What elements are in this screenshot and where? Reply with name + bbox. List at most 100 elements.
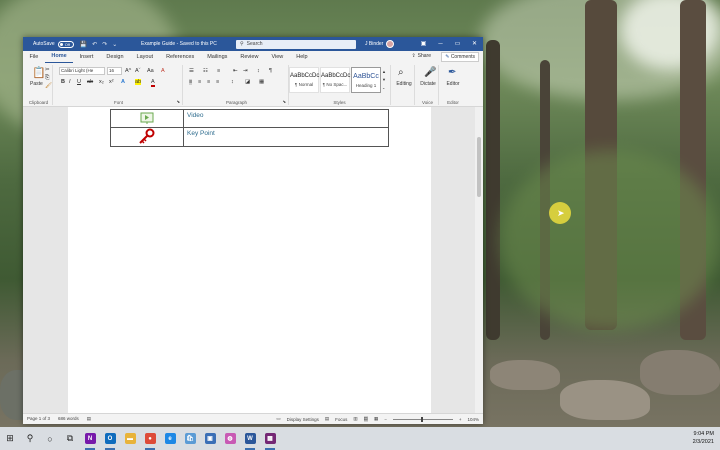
taskbar-app-edge[interactable]: e — [160, 427, 180, 450]
line-spacing-icon[interactable]: ↕ — [231, 79, 234, 85]
comments-button[interactable]: ✎ Comments — [441, 52, 479, 62]
italic-button[interactable]: I — [69, 79, 71, 85]
grow-font-icon[interactable]: A^ — [125, 68, 131, 74]
document-page[interactable]: Video Key Point — [68, 107, 431, 413]
vertical-scrollbar[interactable] — [475, 107, 483, 413]
editing-button-label[interactable]: Editing — [393, 81, 415, 87]
system-clock[interactable]: 9:04 PM 2/3/2021 — [693, 430, 714, 446]
autosave[interactable]: AutoSave Off — [33, 40, 74, 48]
font-name-select[interactable]: Calibri Light (He — [59, 67, 105, 75]
numbering-icon[interactable]: ☷ — [203, 68, 208, 74]
tab-references[interactable]: References — [160, 52, 201, 63]
task-view-button[interactable]: ⧉ — [60, 427, 80, 450]
tab-home[interactable]: Home — [44, 51, 74, 63]
autosave-toggle[interactable]: Off — [57, 40, 74, 48]
borders-icon[interactable]: ▦ — [259, 79, 264, 85]
style-normal[interactable]: AaBbCcDc ¶ Normal — [289, 67, 319, 93]
taskbar-app-file-explorer[interactable]: ▬ — [120, 427, 140, 450]
zoom-level[interactable]: 104% — [467, 417, 479, 422]
decrease-indent-icon[interactable]: ⇤ — [233, 68, 238, 74]
tab-mailings[interactable]: Mailings — [201, 52, 234, 63]
increase-indent-icon[interactable]: ⇥ — [243, 68, 248, 74]
tab-design[interactable]: Design — [100, 52, 130, 63]
minimize-button[interactable]: ─ — [432, 37, 449, 51]
microphone-icon[interactable]: 🎤 — [424, 67, 436, 79]
taskbar-app-onenote[interactable]: N — [80, 427, 100, 450]
shading-icon[interactable]: ◪ — [245, 79, 250, 85]
multilevel-list-icon[interactable]: ≡ — [217, 68, 220, 74]
style-heading-1[interactable]: AaBbCc Heading 1 — [351, 67, 381, 93]
display-settings-button[interactable]: Display Settings — [287, 417, 319, 422]
taskbar-app-outlook[interactable]: O — [100, 427, 120, 450]
style-no-spacing[interactable]: AaBbCcDc ¶ No Spac... — [320, 67, 350, 93]
sort-icon[interactable]: ↕ — [257, 68, 260, 74]
paste-button-label[interactable]: Paste — [30, 81, 43, 87]
paragraph-dialog-launcher-icon[interactable]: ⬊ — [283, 99, 286, 105]
tab-view[interactable]: View — [265, 52, 290, 63]
cortana-button[interactable]: ○ — [40, 427, 60, 450]
undo-icon[interactable]: ↶ — [92, 41, 97, 48]
text-effects-icon[interactable]: A — [121, 79, 125, 85]
font-size-select[interactable]: 16 — [107, 67, 122, 75]
redo-icon[interactable]: ↷ — [102, 41, 107, 48]
zoom-in-button[interactable]: + — [459, 417, 462, 422]
font-color-icon[interactable]: A — [151, 79, 155, 87]
taskbar-app-chrome[interactable]: ● — [140, 427, 160, 450]
tab-layout[interactable]: Layout — [130, 52, 160, 63]
format-painter-icon[interactable]: 🖌 — [45, 83, 52, 89]
web-layout-icon[interactable]: ▦ — [374, 416, 378, 422]
copy-icon[interactable]: ⎘ — [45, 75, 49, 81]
customize-qa-icon[interactable]: ⌄ — [112, 41, 117, 48]
editor-icon[interactable]: ✒ — [448, 67, 456, 79]
editor-button-label[interactable]: Editor — [441, 81, 465, 87]
restore-button[interactable]: ▭ — [449, 37, 466, 51]
ribbon-display-icon[interactable]: ▣ — [415, 37, 432, 51]
underline-button[interactable]: U — [77, 79, 81, 85]
save-icon[interactable]: 💾 — [80, 41, 87, 48]
start-button[interactable]: ⊞ — [0, 427, 20, 450]
focus-button[interactable]: Focus — [335, 417, 347, 422]
taskbar-app-store[interactable]: 🛍 — [180, 427, 200, 450]
bullets-icon[interactable]: ☰ — [189, 68, 194, 74]
find-icon[interactable]: ⌕ — [398, 67, 404, 79]
superscript-button[interactable]: x² — [109, 79, 114, 85]
proofing-icon[interactable]: ▤ — [87, 416, 91, 422]
scrollbar-thumb[interactable] — [477, 137, 481, 197]
cut-icon[interactable]: ✂ — [45, 67, 50, 73]
tab-review[interactable]: Review — [234, 52, 265, 63]
print-layout-icon[interactable]: ▤ — [363, 416, 368, 422]
search-button[interactable]: ⚲ — [20, 427, 40, 450]
user-account[interactable]: J Binder — [365, 40, 395, 48]
taskbar-app-app-pink[interactable]: ◍ — [220, 427, 240, 450]
strikethrough-button[interactable]: ab — [87, 79, 93, 85]
share-button[interactable]: ⇪ Share — [411, 53, 431, 59]
close-button[interactable]: ✕ — [466, 37, 483, 51]
taskbar-app-word[interactable]: W — [240, 427, 260, 450]
word-count[interactable]: 686 words — [58, 416, 79, 422]
show-formatting-icon[interactable]: ¶ — [269, 68, 272, 74]
page-count[interactable]: Page 1 of 3 — [27, 416, 50, 422]
shrink-font-icon[interactable]: Aˇ — [135, 68, 141, 74]
paste-icon[interactable]: 📋 — [32, 67, 46, 79]
bold-button[interactable]: B — [61, 79, 65, 85]
change-case-icon[interactable]: Aa — [147, 68, 154, 74]
tab-help[interactable]: Help — [290, 52, 314, 63]
zoom-slider[interactable] — [392, 416, 453, 422]
subscript-button[interactable]: x₂ — [99, 79, 104, 85]
clear-formatting-icon[interactable]: A — [161, 68, 165, 74]
align-left-icon[interactable]: ≡ — [189, 79, 193, 85]
styles-scroll-icon[interactable]: ▲ ▼ ⌄ — [382, 68, 386, 92]
justify-icon[interactable]: ≡ — [216, 79, 219, 85]
document-title[interactable]: Example Guide - Saved to this PC — [141, 41, 217, 47]
align-center-icon[interactable]: ≡ — [198, 79, 201, 85]
taskbar-app-app[interactable]: ▣ — [200, 427, 220, 450]
read-mode-icon[interactable]: ▥ — [353, 416, 357, 422]
font-dialog-launcher-icon[interactable]: ⬊ — [177, 99, 180, 105]
dictate-button-label[interactable]: Dictate — [417, 81, 439, 87]
taskbar-app-powerapps[interactable]: ▦ — [260, 427, 280, 450]
zoom-out-button[interactable]: − — [384, 417, 387, 422]
highlight-icon[interactable]: ab — [135, 79, 142, 85]
tab-insert[interactable]: Insert — [73, 52, 100, 63]
tab-file[interactable]: File — [23, 52, 45, 63]
search-box[interactable]: ⚲ Search — [236, 39, 356, 49]
